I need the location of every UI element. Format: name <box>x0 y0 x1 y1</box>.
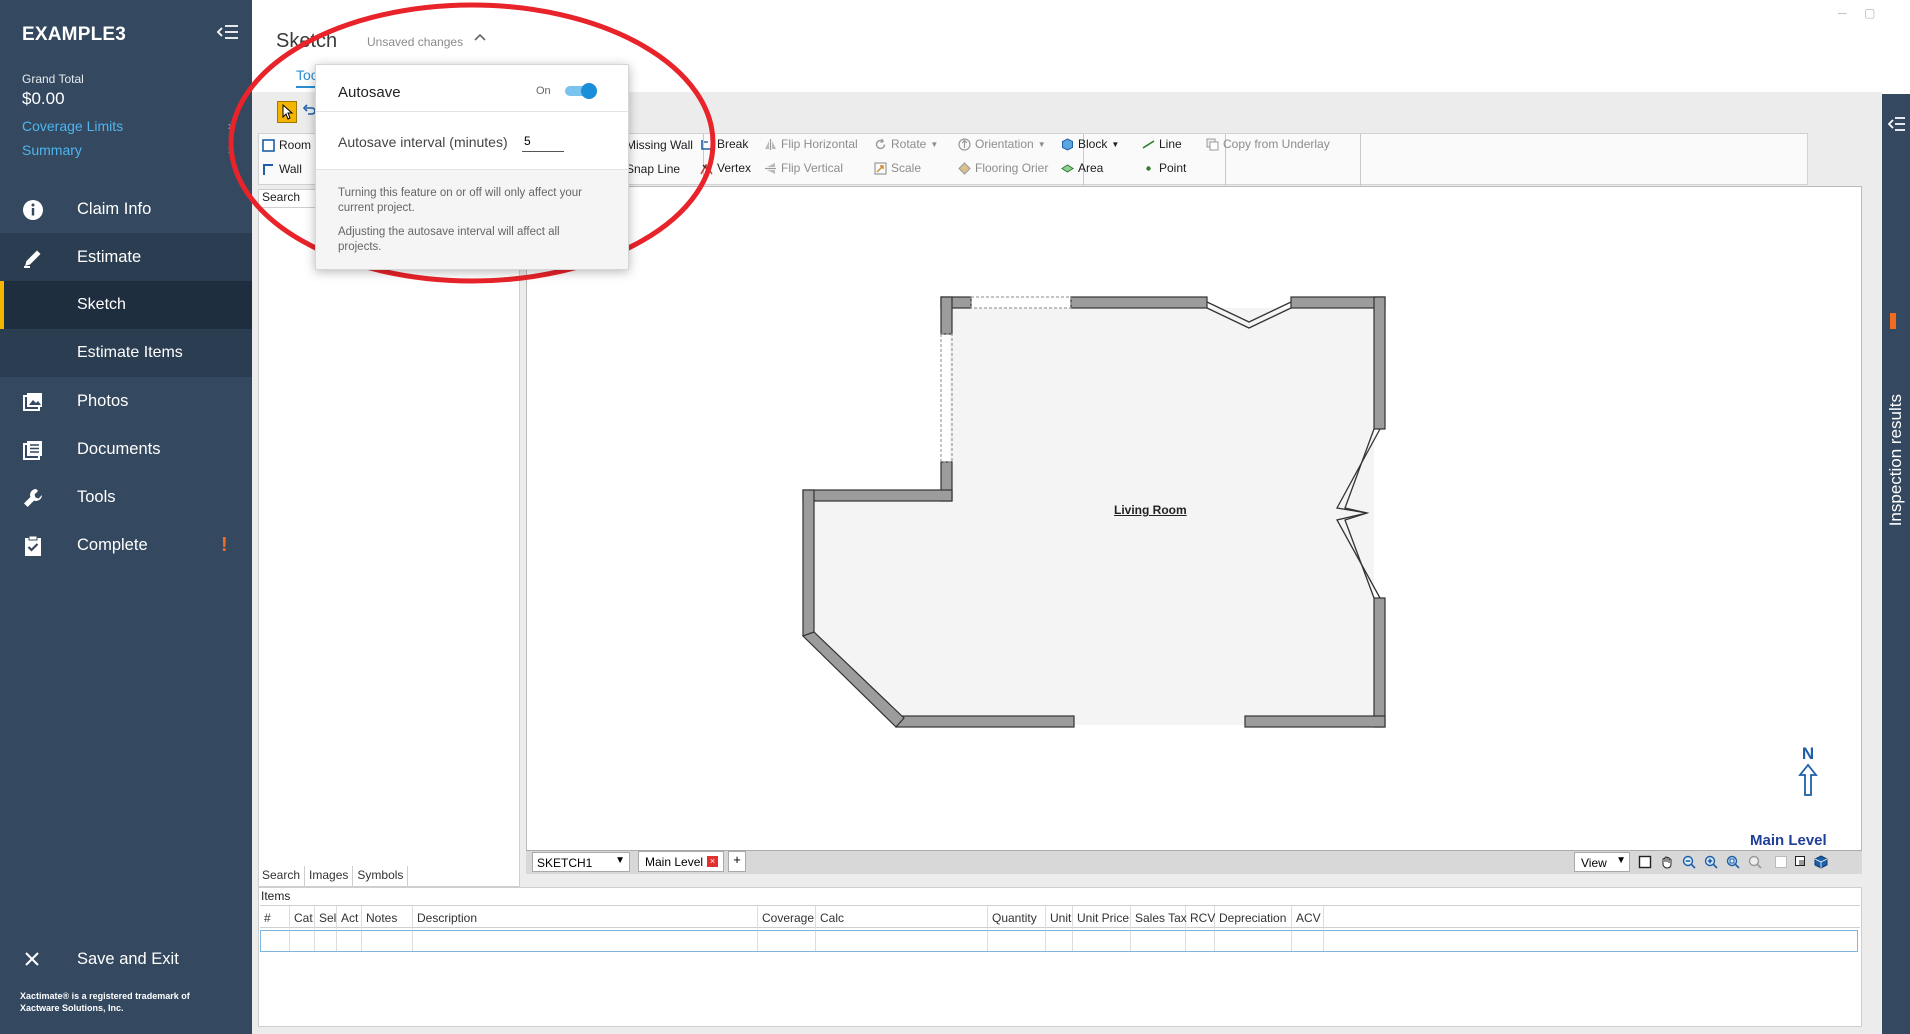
autosave-popup: Autosave On Autosave interval (minutes) … <box>315 64 629 270</box>
layers-icon[interactable] <box>1792 853 1810 871</box>
table-cell[interactable] <box>1046 931 1073 951</box>
autosave-state-label: On <box>536 85 551 97</box>
view-select-label: View <box>1581 856 1607 870</box>
autosave-note-project: Turning this feature on or off will only… <box>338 187 582 214</box>
missing-wall-segment[interactable] <box>970 296 1072 309</box>
col-notes[interactable]: Notes <box>362 906 413 929</box>
table-cell[interactable] <box>261 931 290 951</box>
table-cell[interactable] <box>413 931 758 951</box>
col-sel[interactable]: Sel <box>315 906 337 929</box>
dropdown-arrow-icon: ▼ <box>1616 855 1626 866</box>
col-rcv[interactable]: RCV <box>1186 906 1215 929</box>
toggle-knob <box>581 83 597 99</box>
wall-segment[interactable] <box>940 296 953 335</box>
items-header-row: # Cat Sel Act Notes Description Coverage… <box>260 905 1860 929</box>
table-cell[interactable] <box>1292 931 1324 951</box>
living-room-floor[interactable] <box>812 308 1374 725</box>
wall-segment[interactable] <box>802 489 815 637</box>
wall-segment[interactable] <box>1373 597 1386 728</box>
col-description[interactable]: Description <box>413 906 758 929</box>
wall-segment[interactable] <box>1244 715 1386 728</box>
table-cell[interactable] <box>1073 931 1131 951</box>
table-cell[interactable] <box>337 931 362 951</box>
view-select[interactable]: View ▼ <box>1574 852 1630 872</box>
table-cell[interactable] <box>758 931 816 951</box>
north-arrow: N <box>1796 745 1820 803</box>
col-number[interactable]: # <box>260 906 290 929</box>
zoom-extents-icon[interactable] <box>1724 853 1742 871</box>
wall-segment[interactable] <box>1373 296 1386 430</box>
autosave-interval-input[interactable] <box>522 131 564 152</box>
table-cell[interactable] <box>362 931 413 951</box>
add-level-button[interactable]: + <box>728 851 746 872</box>
sketch-select[interactable]: SKETCH1 ▼ <box>532 852 630 872</box>
grid-toggle-icon[interactable] <box>1772 853 1790 871</box>
col-acv[interactable]: ACV <box>1292 906 1324 929</box>
table-cell[interactable] <box>1215 931 1292 951</box>
wall-segment[interactable] <box>1290 296 1386 309</box>
autosave-interval-label: Autosave interval (minutes) <box>338 134 508 150</box>
autosave-toggle[interactable] <box>563 82 597 100</box>
col-coverage[interactable]: Coverage <box>758 906 816 929</box>
app-window: EXAMPLE3 Grand Total $0.00 Coverage Limi… <box>0 0 1910 1034</box>
col-quantity[interactable]: Quantity <box>988 906 1046 929</box>
col-cat[interactable]: Cat <box>290 906 315 929</box>
col-sales-tax[interactable]: Sales Tax <box>1131 906 1187 929</box>
col-act[interactable]: Act <box>337 906 362 929</box>
level-tab-label: Main Level <box>645 855 704 869</box>
col-calc[interactable]: Calc <box>816 906 988 929</box>
zoom-out-icon[interactable] <box>1680 853 1698 871</box>
wall-segment[interactable] <box>802 489 953 502</box>
close-tab-icon[interactable]: × <box>707 856 718 867</box>
pan-hand-icon[interactable] <box>1658 853 1676 871</box>
select-box-icon[interactable] <box>1636 853 1654 871</box>
room-label[interactable]: Living Room <box>1114 503 1187 517</box>
sketch-select-value: SKETCH1 <box>537 856 593 870</box>
table-row[interactable] <box>260 930 1858 952</box>
floor-plan[interactable] <box>0 0 1910 1034</box>
autosave-title: Autosave <box>338 84 401 101</box>
table-cell[interactable] <box>1186 931 1215 951</box>
table-cell[interactable] <box>816 931 988 951</box>
north-letter: N <box>1801 744 1815 763</box>
zoom-selection-icon[interactable] <box>1746 853 1764 871</box>
table-cell[interactable] <box>1131 931 1186 951</box>
wall-segment[interactable] <box>1070 296 1208 309</box>
divider <box>316 111 628 112</box>
table-cell[interactable] <box>315 931 337 951</box>
dropdown-arrow-icon: ▼ <box>615 855 625 866</box>
col-depreciation[interactable]: Depreciation <box>1215 906 1292 929</box>
north-arrow-icon <box>1798 763 1818 796</box>
items-label: Items <box>261 889 291 903</box>
wall-segment[interactable] <box>895 715 1075 728</box>
table-cell[interactable] <box>988 931 1046 951</box>
autosave-note-interval: Adjusting the autosave interval will aff… <box>338 226 560 253</box>
3d-view-icon[interactable] <box>1812 853 1830 871</box>
col-unit[interactable]: Unit <box>1046 906 1073 929</box>
level-name: Main Level <box>1750 832 1827 849</box>
zoom-in-icon[interactable] <box>1702 853 1720 871</box>
table-cell[interactable] <box>290 931 315 951</box>
col-unit-price[interactable]: Unit Price <box>1073 906 1131 929</box>
level-tab-main[interactable]: Main Level × <box>638 851 724 872</box>
